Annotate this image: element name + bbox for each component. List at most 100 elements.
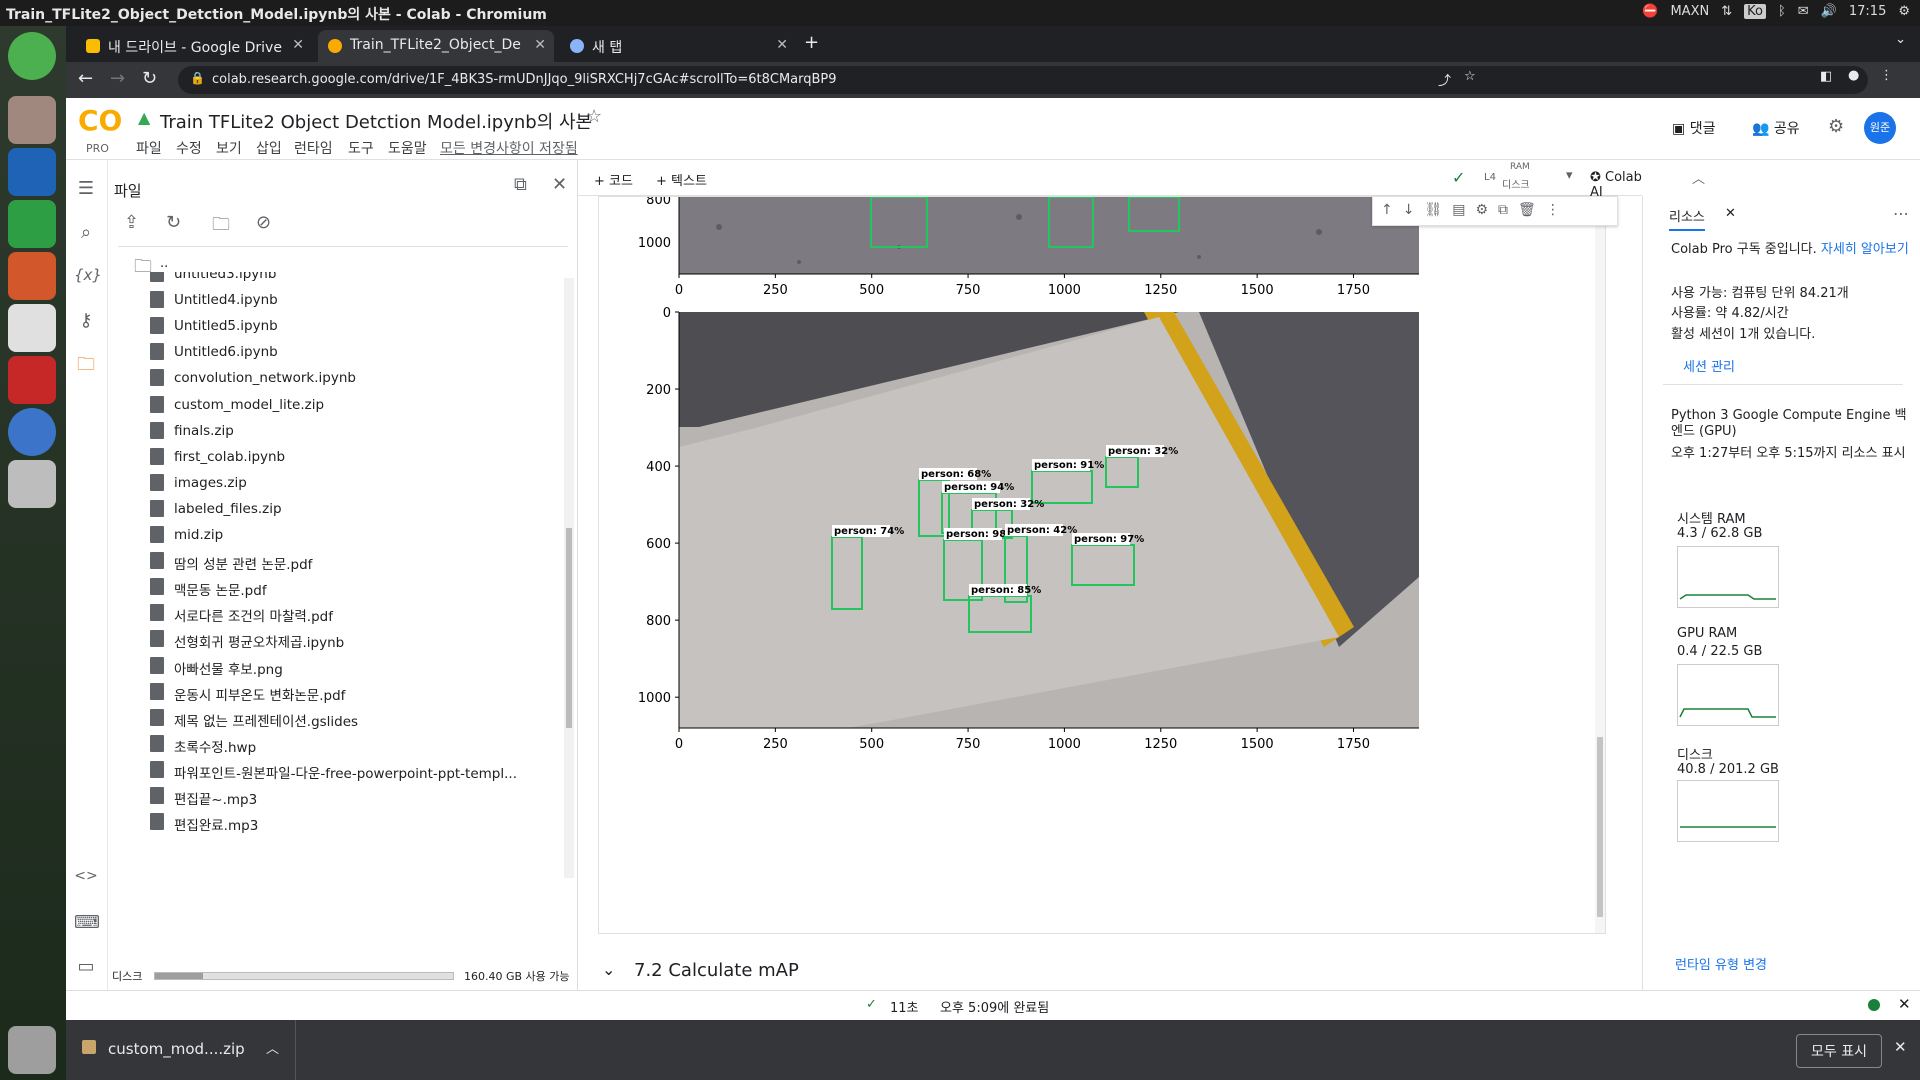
- file-item[interactable]: 제목 없는 프레젠테이션.gslides: [150, 708, 358, 730]
- calc-icon[interactable]: [8, 200, 56, 248]
- command-palette-icon[interactable]: ⌨: [74, 912, 100, 936]
- reload-icon[interactable]: ↻: [142, 68, 157, 89]
- trash-icon[interactable]: [8, 1026, 56, 1074]
- menu-runtime[interactable]: 런타임: [294, 138, 333, 158]
- file-item[interactable]: 선형회귀 평균오차제곱.ipynb: [150, 630, 344, 651]
- change-runtime-link[interactable]: 런타임 유형 변경: [1675, 954, 1767, 973]
- bluetooth-icon[interactable]: ᛒ: [1778, 4, 1786, 19]
- file-item[interactable]: 운동시 피부온도 변화논문.pdf: [150, 682, 345, 704]
- menu-help[interactable]: 도움말: [388, 138, 427, 158]
- key-icon[interactable]: ⚷: [74, 310, 98, 334]
- menu-edit[interactable]: 수정: [176, 138, 202, 158]
- file-item[interactable]: 초록수정.hwp: [150, 734, 256, 756]
- settings-icon[interactable]: [8, 356, 56, 404]
- file-item[interactable]: 맥문동 논문.pdf: [150, 578, 267, 599]
- close-icon[interactable]: ✕: [534, 37, 546, 53]
- notebook-title[interactable]: Train TFLite2 Object Detction Model.ipyn…: [160, 108, 592, 134]
- files-icon[interactable]: [8, 96, 56, 144]
- impress-icon[interactable]: [8, 252, 56, 300]
- file-item[interactable]: Untitled4.ipynb: [150, 291, 278, 309]
- forward-icon[interactable]: →: [110, 68, 125, 89]
- tab-resources[interactable]: 리소스: [1669, 206, 1705, 231]
- menu-icon[interactable]: ⋮: [1880, 68, 1893, 83]
- tab-search-icon[interactable]: ⌄: [1895, 32, 1906, 47]
- add-text-button[interactable]: + 텍스트: [656, 170, 707, 189]
- mount-drive-icon[interactable]: 🗀: [212, 212, 230, 242]
- disk-label[interactable]: 디스크: [1502, 176, 1530, 191]
- menu-view[interactable]: 보기: [216, 138, 242, 158]
- file-item[interactable]: 파워포인트-원본파일-다운-free-powerpoint-ppt-templ.…: [150, 760, 517, 782]
- share-button[interactable]: 👥 공유: [1752, 118, 1800, 138]
- tab-new[interactable]: 새 탭 ✕: [560, 30, 796, 62]
- scrollbar-thumb[interactable]: [1597, 737, 1603, 917]
- gear-icon[interactable]: ⚙: [1828, 116, 1844, 137]
- delete-icon[interactable]: 🗑: [1518, 202, 1536, 220]
- gear-icon[interactable]: ⚙: [1898, 4, 1910, 19]
- terminal-icon[interactable]: ▭: [74, 956, 98, 980]
- chevron-up-icon[interactable]: ︿: [266, 1038, 279, 1057]
- move-up-icon[interactable]: ↑: [1381, 202, 1393, 220]
- tab-drive[interactable]: 내 드라이브 - Google Drive ✕: [76, 30, 312, 62]
- code-snippets-icon[interactable]: <>: [74, 868, 98, 892]
- refresh-icon[interactable]: ↻: [166, 212, 181, 233]
- file-item[interactable]: 아빠선물 후보.png: [150, 656, 283, 678]
- file-item[interactable]: 서로다른 조건의 마찰력.pdf: [150, 604, 333, 625]
- show-all-button[interactable]: 모두 표시: [1796, 1034, 1882, 1068]
- link-icon[interactable]: ⛓: [1424, 202, 1442, 220]
- saved-status[interactable]: 모든 변경사항이 저장됨: [440, 138, 578, 158]
- mirror-icon[interactable]: ⧉: [1498, 202, 1508, 220]
- profile-icon[interactable]: ●: [1848, 68, 1859, 83]
- close-icon[interactable]: ✕: [552, 174, 567, 195]
- add-code-button[interactable]: + 코드: [594, 170, 633, 189]
- avatar[interactable]: 원준: [1864, 112, 1896, 144]
- close-icon[interactable]: ✕: [1898, 995, 1911, 1013]
- toc-icon[interactable]: ☰: [74, 178, 98, 202]
- more-icon[interactable]: ⋮: [1546, 202, 1560, 220]
- folder-icon[interactable]: 🗀: [74, 352, 98, 376]
- network-icon[interactable]: ⇅: [1721, 4, 1732, 19]
- file-item[interactable]: Untitled6.ipynb: [150, 343, 278, 361]
- sidepanel-icon[interactable]: ◧: [1820, 69, 1832, 84]
- file-item[interactable]: convolution_network.ipynb: [150, 369, 356, 387]
- lang-indicator[interactable]: Ko: [1744, 4, 1766, 19]
- popout-icon[interactable]: ⧉: [514, 174, 527, 195]
- file-item[interactable]: 편집완료.mp3: [150, 813, 258, 834]
- drive-icon[interactable]: [8, 460, 56, 508]
- collapse-icon[interactable]: ︿: [1692, 168, 1705, 187]
- ubuntu-icon[interactable]: [8, 32, 56, 80]
- file-item[interactable]: custom_model_lite.zip: [150, 395, 324, 413]
- colab-logo[interactable]: CO: [78, 104, 122, 137]
- scrollbar[interactable]: [564, 278, 574, 878]
- menu-file[interactable]: 파일: [136, 138, 162, 158]
- gpu-type[interactable]: L4: [1484, 172, 1496, 183]
- no-entry-icon[interactable]: ⛔: [1642, 4, 1658, 19]
- scrollbar-thumb[interactable]: [566, 528, 572, 728]
- download-item[interactable]: custom_mod....zip ︿: [66, 1020, 296, 1080]
- close-icon[interactable]: ✕: [292, 37, 304, 53]
- clock[interactable]: 17:15: [1849, 4, 1886, 19]
- tab-colab[interactable]: Train_TFLite2_Object_De ✕: [318, 30, 554, 62]
- star-icon[interactable]: ☆: [586, 106, 602, 127]
- chromium-icon[interactable]: [8, 408, 56, 456]
- file-item[interactable]: Untitled5.ipynb: [150, 317, 278, 335]
- variables-icon[interactable]: {x}: [74, 266, 102, 290]
- menu-tools[interactable]: 도구: [348, 138, 374, 158]
- gpu-label[interactable]: MAXN: [1670, 4, 1709, 19]
- star-icon[interactable]: ☆: [1464, 69, 1476, 84]
- close-icon[interactable]: ✕: [776, 37, 788, 53]
- file-item[interactable]: labeled_files.zip: [150, 499, 282, 517]
- close-icon[interactable]: ✕: [1725, 206, 1736, 221]
- file-item[interactable]: mid.zip: [150, 526, 223, 543]
- back-icon[interactable]: ←: [78, 68, 93, 89]
- upload-icon[interactable]: ⇪: [124, 212, 139, 233]
- file-item[interactable]: first_colab.ipynb: [150, 447, 285, 465]
- file-item[interactable]: 땀의 성분 관련 논문.pdf: [150, 552, 312, 573]
- output-cell[interactable]: 800 1000 0 250 500 750 1000 1250 1500 1750 pers…: [598, 196, 1606, 934]
- comment-button[interactable]: ▣ 댓글: [1672, 118, 1715, 138]
- file-item[interactable]: images.zip: [150, 473, 247, 491]
- move-down-icon[interactable]: ↓: [1403, 202, 1415, 220]
- menu-insert[interactable]: 삽입: [256, 138, 282, 158]
- section-title[interactable]: 7.2 Calculate mAP: [634, 960, 799, 981]
- runtime-dropdown-icon[interactable]: ▾: [1566, 168, 1573, 183]
- ram-label[interactable]: RAM: [1510, 162, 1530, 172]
